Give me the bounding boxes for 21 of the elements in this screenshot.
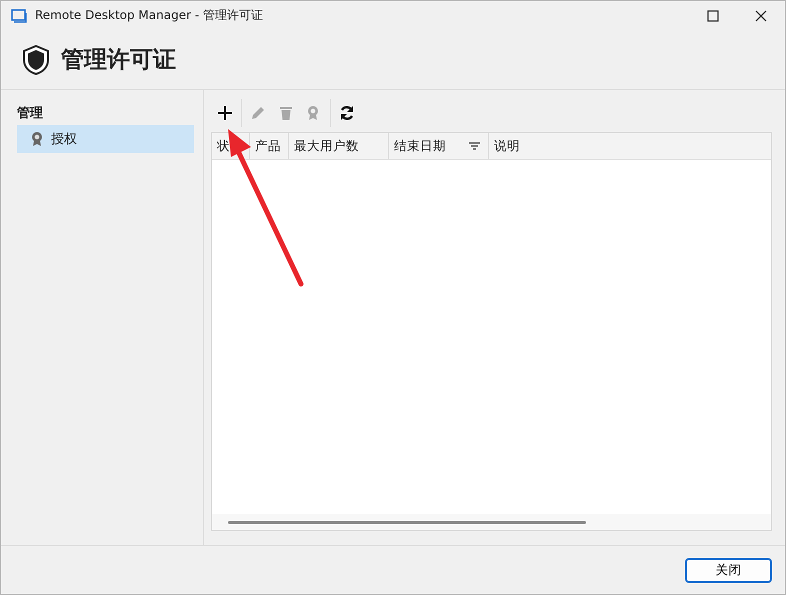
column-header[interactable]: 结束日期 <box>389 133 489 159</box>
column-header[interactable]: 最大用户数 <box>289 133 389 159</box>
refresh-icon <box>339 105 355 121</box>
award-icon <box>307 105 321 121</box>
plus-icon <box>217 105 233 121</box>
maximize-icon[interactable] <box>707 10 719 22</box>
app-icon <box>11 8 27 22</box>
column-header[interactable]: 产品 <box>250 133 289 159</box>
filter-icon[interactable] <box>469 142 480 150</box>
sidebar-item[interactable]: 授权 <box>17 125 194 153</box>
column-header[interactable]: 说明 <box>489 133 771 159</box>
close-button[interactable]: 关闭 <box>685 558 772 582</box>
window-title: Remote Desktop Manager - 管理许可证 <box>35 7 263 24</box>
award-icon <box>31 131 43 147</box>
close-icon[interactable] <box>755 10 767 22</box>
page-title: 管理许可证 <box>61 46 176 75</box>
shield-icon <box>23 44 49 74</box>
scrollbar-thumb[interactable] <box>228 520 586 524</box>
sidebar-heading: 管理 <box>17 105 44 122</box>
pencil-icon <box>251 106 265 120</box>
trash-icon <box>280 106 292 120</box>
